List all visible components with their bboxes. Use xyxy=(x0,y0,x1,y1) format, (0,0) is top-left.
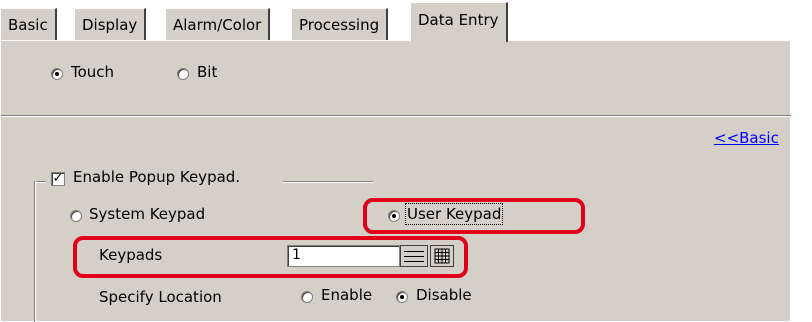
tab-basic-label: Basic xyxy=(8,16,48,34)
tab-display-label: Display xyxy=(82,16,138,34)
tab-processing-label: Processing xyxy=(299,16,380,34)
location-disable-label: Disable xyxy=(416,286,472,304)
tab-alarm-color-label: Alarm/Color xyxy=(173,16,262,34)
tab-strip: Basic Display Alarm/Color Processing Dat… xyxy=(0,0,812,42)
groupbox-left xyxy=(34,181,36,322)
tab-data-entry-label: Data Entry xyxy=(418,11,499,29)
keypads-highlight xyxy=(73,236,468,278)
user-keypad-highlight xyxy=(363,198,585,234)
location-disable-radio-dot xyxy=(400,295,404,299)
tab-processing[interactable]: Processing xyxy=(291,8,389,40)
bit-label: Bit xyxy=(197,63,218,81)
enable-popup-keypad-checkbox[interactable]: ✓ xyxy=(51,172,65,186)
touch-radio[interactable] xyxy=(51,68,63,80)
tab-alarm-color[interactable]: Alarm/Color xyxy=(165,8,271,40)
data-entry-panel: Touch Bit <<Basic ✓ Enable Popup Keypad.… xyxy=(0,40,791,322)
specify-location-label: Specify Location xyxy=(99,288,222,306)
system-keypad-radio[interactable] xyxy=(70,210,82,222)
tab-data-entry[interactable]: Data Entry xyxy=(410,2,508,42)
tab-display[interactable]: Display xyxy=(74,8,147,40)
groupbox-top-right xyxy=(283,181,373,183)
touch-label: Touch xyxy=(71,63,115,81)
system-keypad-label: System Keypad xyxy=(89,205,206,223)
enable-popup-keypad-label: Enable Popup Keypad. xyxy=(73,168,241,186)
location-enable-label: Enable xyxy=(321,286,373,304)
touch-radio-dot xyxy=(55,72,59,76)
separator xyxy=(1,115,791,117)
basic-link[interactable]: <<Basic xyxy=(714,129,779,147)
location-disable-radio[interactable] xyxy=(396,291,408,303)
tab-basic[interactable]: Basic xyxy=(0,8,57,40)
location-enable-radio[interactable] xyxy=(301,291,313,303)
bit-radio[interactable] xyxy=(177,68,189,80)
